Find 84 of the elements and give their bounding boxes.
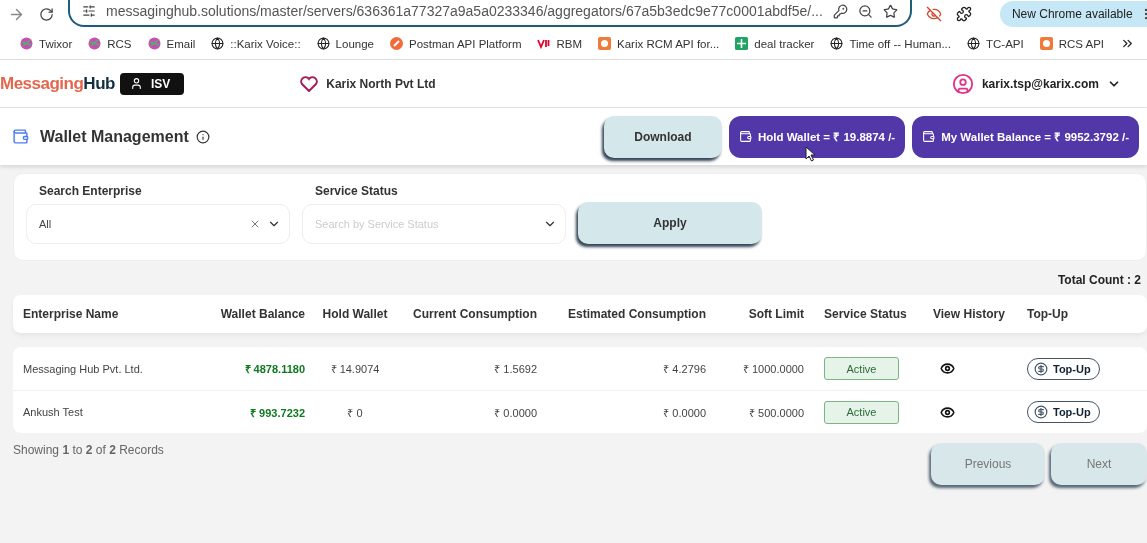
table-cell-text: ₹ 1.5692 — [493, 362, 537, 376]
field-label: Search Enterprise — [38, 184, 143, 198]
wallet-balance-button[interactable]: My Wallet Balance = ₹ 9952.3792 /- — [912, 115, 1139, 158]
user-email[interactable]: karix.tsp@karix.com — [981, 76, 1099, 91]
download-button[interactable]: Download — [603, 115, 722, 158]
bookmark-link[interactable]: RCS API — [1039, 37, 1105, 50]
postman-logo-icon — [389, 37, 403, 50]
table-cell-text: ₹ 4878.1180 — [243, 362, 305, 376]
dollar-coin-icon — [1034, 405, 1048, 419]
select-field[interactable]: All — [26, 204, 290, 244]
bookmark-link[interactable]: Karix RCM API for... — [598, 37, 720, 50]
column-header: Hold Wallet — [321, 307, 389, 321]
column-header: Estimated Consumption — [567, 307, 706, 321]
spreadsheet-icon — [735, 37, 749, 50]
table-cell-text: ₹ 0.0000 — [662, 405, 706, 420]
handshake-heart-icon — [300, 75, 319, 92]
bookmark-link[interactable]: ::Karix Voice:: — [211, 37, 301, 50]
total-count: Total Count : 2 — [1056, 272, 1142, 289]
bookmark-link[interactable]: Time off -- Human... — [830, 37, 951, 50]
user-icon — [951, 72, 974, 95]
top-up-button[interactable]: Top-Up — [1027, 357, 1100, 380]
bookmark-link[interactable]: RBM — [537, 37, 583, 50]
column-header: Top-Up — [1026, 307, 1070, 321]
column-header: Wallet Balance — [219, 307, 305, 321]
view-icon[interactable] — [940, 404, 955, 420]
table-cell-text: ₹ 0 — [346, 405, 364, 420]
reload-icon[interactable] — [39, 6, 54, 22]
organization-name: Karix North Pvt Ltd — [326, 76, 436, 91]
status-badge: Active — [824, 357, 899, 380]
globe-icon — [316, 37, 330, 50]
puzzle-icon[interactable] — [955, 6, 972, 22]
globe-icon — [830, 37, 844, 50]
wallet-icon — [12, 128, 29, 145]
star-icon[interactable] — [882, 3, 898, 19]
table-cell-text: ₹ 993.7232 — [249, 405, 305, 420]
cursor-icon — [804, 145, 816, 162]
swirl-icon — [88, 37, 102, 50]
column-header: Enterprise Name — [23, 307, 120, 321]
site-settings-icon[interactable] — [82, 4, 96, 18]
brand-logo: MessagingHub — [0, 73, 115, 94]
address-bar[interactable]: messaginghub.solutions/master/servers/636361a77327a9a5a0233346/aggregators/67a5b3edc9e77c0001abdf5e/... — [68, 0, 912, 27]
vi-logo-icon — [537, 37, 551, 50]
table-cell-text: ₹ 1000.0000 — [741, 362, 804, 376]
table-cell-text: ₹ 0.0000 — [493, 405, 537, 420]
wallet-icon — [922, 130, 936, 143]
column-header: Current Consumption — [412, 307, 537, 321]
table-cell-text: ₹ 500.0000 — [748, 405, 804, 420]
key-icon[interactable] — [832, 3, 848, 19]
status-badge: Active — [824, 400, 899, 424]
role-badge: ISV — [119, 72, 185, 95]
swirl-icon — [20, 37, 33, 50]
url-text: messaginghub.solutions/master/servers/636361a77327a9a5a0233346/aggregators/67a5b3edc9e77c0001abdf5e/... — [106, 3, 823, 19]
field-label: Service Status — [314, 184, 399, 198]
bookmark-link[interactable]: Twixor — [20, 37, 73, 50]
bookmark-link[interactable]: Email — [147, 37, 196, 50]
wallet-icon — [738, 130, 752, 143]
bookmark-link[interactable]: RCS — [88, 37, 132, 50]
update-button[interactable]: New Chrome available — [999, 1, 1147, 27]
clear-icon[interactable] — [249, 218, 261, 230]
table-cell-text: Ankush Test — [23, 406, 84, 418]
column-header: View History — [932, 307, 1006, 321]
table-cell-text: Messaging Hub Pvt. Ltd. — [23, 362, 144, 375]
view-icon[interactable] — [940, 361, 955, 376]
document-icon — [1039, 37, 1053, 50]
records-summary: Showing 1 to 2 of 2 Records — [13, 443, 164, 457]
swirl-icon — [147, 37, 161, 50]
top-up-button[interactable]: Top-Up — [1027, 401, 1100, 423]
document-icon — [598, 37, 612, 50]
zoom-out-icon[interactable] — [857, 3, 873, 19]
info-icon[interactable] — [195, 129, 210, 144]
table-cell-text: ₹ 4.2796 — [662, 362, 706, 376]
bookmark-link[interactable]: TC-API — [967, 37, 1024, 50]
dollar-coin-icon — [1034, 361, 1048, 376]
bookmark-link[interactable]: Lounge — [316, 37, 374, 50]
column-header: Service Status — [823, 307, 908, 321]
eye-off-icon[interactable] — [925, 6, 942, 22]
bookmark-link[interactable]: Postman API Platform — [389, 37, 522, 50]
bookmark-link[interactable]: deal tracker — [735, 37, 815, 50]
apply-button[interactable]: Apply — [578, 202, 762, 244]
globe-icon — [967, 37, 980, 50]
page-title: Wallet Management — [40, 127, 189, 146]
table-cell-text: ₹ 14.9074 — [329, 362, 381, 376]
globe-icon — [211, 37, 225, 50]
column-header: Soft Limit — [747, 307, 804, 321]
